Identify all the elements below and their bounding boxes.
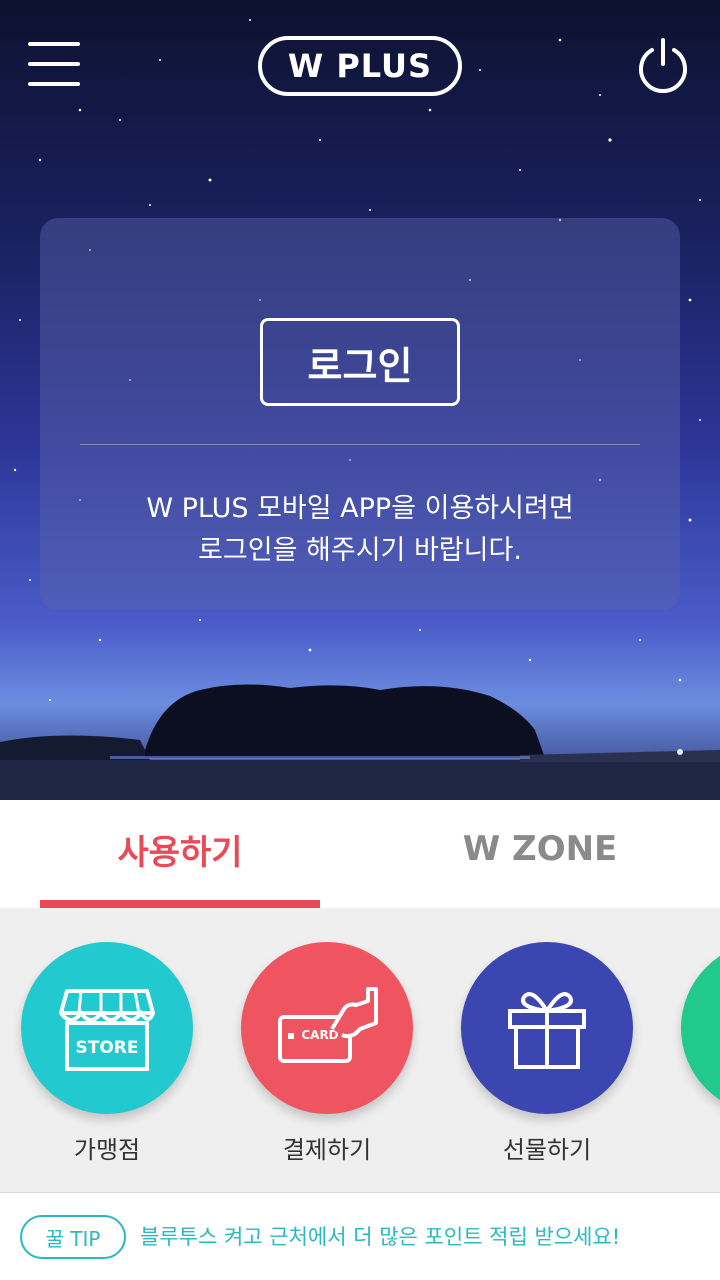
store-icon-text: STORE	[76, 1038, 139, 1058]
login-button[interactable]: 로그인	[260, 318, 460, 406]
service-gift[interactable]: 선물하기	[461, 942, 633, 1164]
card-divider	[80, 444, 640, 445]
app-logo: W PLUS	[258, 36, 462, 96]
login-message-line1: W PLUS 모바일 APP을 이용하시려면	[146, 493, 574, 524]
login-message: W PLUS 모바일 APP을 이용하시려면 로그인을 해주시기 바랍니다.	[60, 488, 660, 572]
partial-service-icon	[681, 942, 720, 1114]
gift-icon	[461, 942, 633, 1114]
hero-background: W PLUS 로그인 W PLUS 모바일 APP을 이용하시려면 로그인을 해…	[0, 0, 720, 800]
login-card: 로그인 W PLUS 모바일 APP을 이용하시려면 로그인을 해주시기 바랍니…	[40, 218, 680, 610]
active-tab-indicator	[40, 900, 320, 908]
service-label-gift: 선물하기	[502, 1136, 592, 1164]
hamburger-menu-icon[interactable]	[26, 40, 82, 88]
service-carousel[interactable]: STORE 가맹점 CARD 결제하기 선물하기	[0, 908, 720, 1192]
top-bar: W PLUS	[0, 0, 720, 130]
tab-w-zone[interactable]: W ZONE	[360, 800, 720, 908]
service-payment[interactable]: CARD 결제하기	[241, 942, 413, 1164]
service-store[interactable]: STORE 가맹점	[21, 942, 193, 1164]
store-icon: STORE	[21, 942, 193, 1114]
service-label-payment: 결제하기	[282, 1136, 372, 1164]
tip-badge: 꿀 TIP	[20, 1215, 126, 1259]
service-partial[interactable]	[681, 942, 720, 1162]
tree-island-silhouette	[0, 684, 720, 800]
service-label-store: 가맹점	[73, 1136, 141, 1164]
tab-bar: 사용하기 W ZONE	[0, 800, 720, 908]
tab-use[interactable]: 사용하기	[0, 800, 360, 908]
card-icon-text: CARD	[301, 1028, 338, 1042]
tip-text: 블루투스 켜고 근처에서 더 많은 포인트 적립 받으세요!	[140, 1225, 621, 1249]
login-message-line2: 로그인을 해주시기 바랍니다.	[198, 535, 522, 566]
power-icon[interactable]	[634, 36, 692, 94]
card-payment-icon: CARD	[241, 942, 413, 1114]
tip-bar[interactable]: 꿀 TIP 블루투스 켜고 근처에서 더 많은 포인트 적립 받으세요!	[0, 1192, 720, 1280]
